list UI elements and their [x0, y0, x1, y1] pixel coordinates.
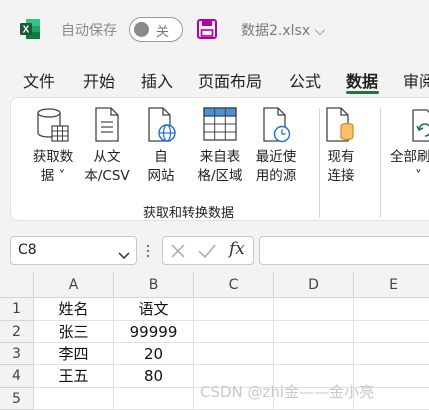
excel-logo-icon: X — [19, 18, 41, 40]
active-tab-indicator — [346, 91, 379, 94]
confirm-icon[interactable] — [198, 243, 216, 263]
ribbon-separator — [319, 108, 320, 218]
cell-b3[interactable]: 20 — [114, 343, 194, 365]
cell-b1[interactable]: 语文 — [114, 298, 194, 321]
formula-input[interactable] — [259, 236, 429, 265]
name-box[interactable]: C8 — [10, 236, 137, 265]
autosave-label: 自动保存 — [61, 23, 117, 39]
cell-d1[interactable] — [274, 298, 354, 321]
column-header-b[interactable]: B — [114, 272, 194, 298]
refresh-icon — [412, 109, 429, 142]
chevron-down-icon[interactable] — [118, 245, 130, 264]
from-web-button[interactable]: 自 网站 — [139, 106, 183, 186]
tab-file[interactable]: 文件 — [23, 68, 55, 92]
cell-e1[interactable] — [354, 298, 429, 321]
file-name-text: 数据2.xlsx — [241, 23, 311, 39]
title-bar: X 自动保存 关 数据2.xlsx ⌵ — [0, 0, 429, 58]
formula-bar: C8 fx — [0, 229, 429, 269]
select-all-corner[interactable] — [0, 272, 34, 298]
row-header-5[interactable]: 5 — [0, 388, 34, 410]
refresh-all-label-2: ˅ — [415, 168, 422, 184]
save-icon[interactable] — [197, 19, 217, 39]
cell-c1[interactable] — [194, 298, 274, 321]
ribbon-separator — [380, 108, 381, 218]
group-label-get-transform: 获取和转换数据 — [143, 206, 235, 221]
from-text-label-1: 从文 — [93, 149, 121, 165]
tab-formulas[interactable]: 公式 — [289, 68, 321, 92]
file-name[interactable]: 数据2.xlsx ⌵ — [241, 20, 325, 40]
toggle-knob — [134, 22, 149, 37]
row-header-2[interactable]: 2 — [0, 321, 34, 343]
watermark: CSDN @zhi金——金小亮 — [200, 383, 375, 401]
column-header-e[interactable]: E — [354, 272, 429, 298]
table-icon — [203, 107, 237, 141]
existing-connections-button[interactable]: 现有 连接 — [323, 106, 359, 186]
recent-sources-label-2: 用的源 — [255, 168, 297, 184]
cell-a2[interactable]: 张三 — [34, 321, 114, 343]
connection-file-icon — [326, 107, 354, 142]
column-header-a[interactable]: A — [34, 272, 114, 298]
cell-e3[interactable] — [354, 343, 429, 365]
cell-b2[interactable]: 99999 — [114, 321, 194, 343]
ribbon-tabs: 文件 开始 插入 页面布局 公式 数据 审阅 — [0, 62, 429, 94]
recent-sources-label-1: 最近使 — [255, 149, 297, 165]
cell-d3[interactable] — [274, 343, 354, 365]
get-data-button[interactable]: 获取数 据 ˅ — [25, 106, 81, 186]
insert-function-icon[interactable]: fx — [229, 239, 245, 259]
from-text-label-2: 本/CSV — [84, 168, 130, 184]
database-icon — [37, 108, 69, 142]
cell-b4[interactable]: 80 — [114, 365, 194, 388]
chevron-down-icon: ⌵ — [314, 23, 326, 39]
tab-review[interactable]: 审阅 — [403, 68, 429, 92]
existing-connections-label-1: 现有 — [327, 149, 355, 165]
tab-insert[interactable]: 插入 — [141, 68, 173, 92]
cell-a4[interactable]: 王五 — [34, 365, 114, 388]
column-header-d[interactable]: D — [274, 272, 354, 298]
get-data-label-1: 获取数 — [32, 149, 74, 165]
row-header-3[interactable]: 3 — [0, 343, 34, 365]
row-header-4[interactable]: 4 — [0, 365, 34, 388]
cell-d2[interactable] — [274, 321, 354, 343]
recent-sources-button[interactable]: 最近使 用的源 — [249, 106, 303, 186]
row-header-1[interactable]: 1 — [0, 298, 34, 321]
autosave-toggle[interactable]: 关 — [129, 17, 183, 42]
cell-a1[interactable]: 姓名 — [34, 298, 114, 321]
cell-e2[interactable] — [354, 321, 429, 343]
svg-text:X: X — [23, 25, 30, 36]
refresh-all-button[interactable]: 全部刷 ˅ — [387, 106, 429, 186]
tab-home[interactable]: 开始 — [83, 68, 115, 92]
text-file-icon — [95, 107, 119, 142]
web-globe-icon — [148, 107, 176, 142]
cell-a3[interactable]: 李四 — [34, 343, 114, 365]
refresh-all-label-1: 全部刷 — [390, 149, 429, 165]
cell-c2[interactable] — [194, 321, 274, 343]
toggle-state: 关 — [156, 25, 170, 40]
from-web-label-2: 网站 — [147, 168, 175, 184]
from-table-label-2: 格/区域 — [197, 168, 243, 184]
formula-actions: fx — [162, 236, 254, 265]
recent-file-icon — [263, 107, 291, 143]
column-header-c[interactable]: C — [194, 272, 274, 298]
tab-page-layout[interactable]: 页面布局 — [198, 68, 262, 92]
from-table-range-button[interactable]: 来自表 格/区域 — [191, 106, 249, 186]
name-box-value: C8 — [18, 242, 37, 258]
cell-b5[interactable] — [114, 388, 194, 410]
ribbon-panel: 获取数 据 ˅ 从文 本/CSV 自 网站 来自表 格/区域 最近使 用的源 现… — [10, 97, 429, 221]
from-table-label-1: 来自表 — [199, 149, 241, 165]
more-options-icon[interactable] — [146, 241, 150, 261]
cell-c3[interactable] — [194, 343, 274, 365]
from-text-csv-button[interactable]: 从文 本/CSV — [81, 106, 133, 186]
cancel-icon[interactable] — [170, 243, 186, 263]
cell-a5[interactable] — [34, 388, 114, 410]
existing-connections-label-2: 连接 — [327, 168, 355, 184]
from-web-label-1: 自 — [154, 149, 168, 165]
tab-data[interactable]: 数据 — [346, 68, 378, 92]
get-data-label-2: 据 ˅ — [40, 168, 66, 184]
